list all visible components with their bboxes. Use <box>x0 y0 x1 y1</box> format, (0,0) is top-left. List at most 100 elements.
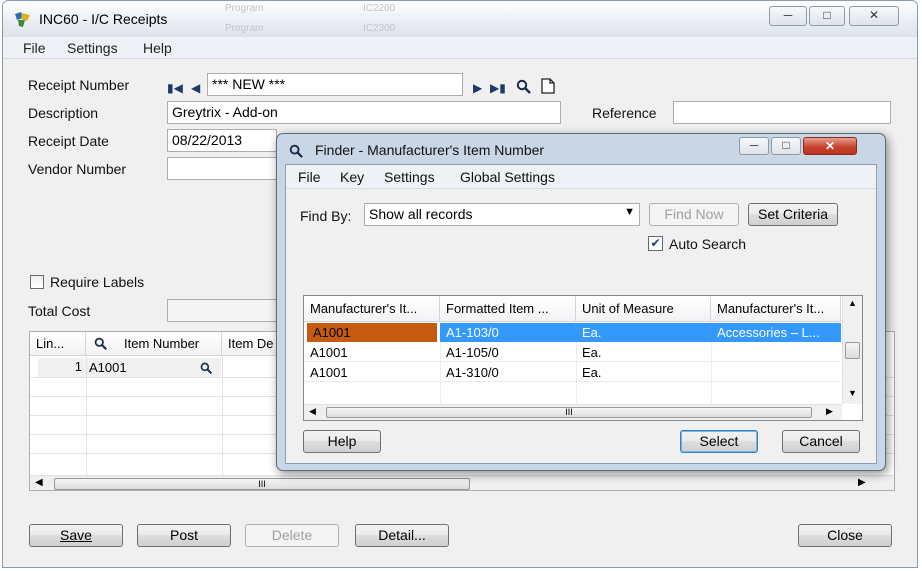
column-header-manufacturer-item[interactable]: Manufacturer's It... <box>304 296 440 322</box>
menu-settings[interactable]: Settings <box>67 40 118 56</box>
main-titlebar[interactable]: Program IC2200 Program IC2300 INC60 - I/… <box>3 1 917 37</box>
post-button[interactable]: Post <box>137 524 231 547</box>
require-labels-label: Require Labels <box>50 274 145 290</box>
finder-menu-file[interactable]: File <box>298 169 321 185</box>
find-by-select[interactable]: Show all records ▼ <box>364 203 640 226</box>
finder-menu-settings[interactable]: Settings <box>384 169 435 185</box>
close-window-button[interactable]: ✕ <box>849 6 899 26</box>
row-item-number: A1001 <box>89 360 127 375</box>
set-criteria-button[interactable]: Set Criteria <box>748 203 838 226</box>
new-document-icon[interactable] <box>541 78 555 94</box>
scroll-thumb[interactable] <box>845 342 860 359</box>
maximize-icon: □ <box>782 138 790 152</box>
window-title: INC60 - I/C Receipts <box>39 11 168 27</box>
previous-record-icon[interactable]: ◀ <box>191 81 200 95</box>
faded-background-text: Program <box>225 23 264 34</box>
finder-minimize-button[interactable]: ─ <box>739 137 769 155</box>
minimize-button[interactable]: ─ <box>769 6 807 26</box>
row-cell-description <box>711 363 841 382</box>
finder-maximize-button[interactable]: □ <box>771 137 801 155</box>
row-cell-unit: Ea. <box>582 345 602 360</box>
finder-results-grid[interactable]: Manufacturer's It... Formatted Item ... … <box>303 295 863 421</box>
row-cell-formatted-item: A1-103/0 <box>440 323 576 342</box>
horizontal-scrollbar[interactable]: ◀ III ▶ <box>30 475 894 490</box>
finder-menu-key[interactable]: Key <box>340 169 364 185</box>
scroll-up-icon[interactable]: ▲ <box>848 298 857 308</box>
set-criteria-label: Set Criteria <box>757 206 829 222</box>
search-icon[interactable] <box>516 79 532 95</box>
scroll-down-icon[interactable]: ▼ <box>848 388 857 398</box>
menu-help[interactable]: Help <box>143 40 172 56</box>
vendor-number-input[interactable] <box>167 157 279 180</box>
scroll-thumb[interactable]: III <box>54 478 470 490</box>
receipt-date-label: Receipt Date <box>28 133 109 149</box>
search-icon[interactable] <box>200 362 213 375</box>
minimize-icon: ─ <box>783 8 793 22</box>
column-header-line[interactable]: Lin... <box>30 332 86 356</box>
scroll-right-icon[interactable]: ▶ <box>858 477 866 488</box>
finder-row[interactable]: A1001 A1-103/0 Ea. Accessories – L... <box>304 323 841 342</box>
finder-menubar: File Key Settings Global Settings <box>286 165 876 189</box>
search-icon <box>289 144 303 158</box>
row-cell-unit: Ea. <box>582 365 602 380</box>
column-header-manufacturer-item-description[interactable]: Manufacturer's It... <box>711 296 841 322</box>
close-icon: ✕ <box>824 139 836 153</box>
scroll-left-icon[interactable]: ◀ <box>35 477 43 488</box>
find-now-label: Find Now <box>664 206 724 222</box>
description-input[interactable]: Greytrix - Add-on <box>167 101 561 124</box>
receipt-date-input[interactable]: 08/22/2013 <box>167 129 277 152</box>
select-button[interactable]: Select <box>680 430 758 453</box>
menu-file[interactable]: File <box>23 40 46 56</box>
reference-input[interactable] <box>673 101 891 124</box>
detail-button-label: Detail... <box>378 527 426 543</box>
maximize-button[interactable]: □ <box>809 6 845 26</box>
row-cell-description: Accessories – L... <box>711 323 841 342</box>
delete-button[interactable]: Delete <box>245 524 339 547</box>
row-cell-formatted-item: A1-310/0 <box>446 365 499 380</box>
column-header-formatted-item[interactable]: Formatted Item ... <box>440 296 576 322</box>
faded-background-text: IC2200 <box>363 3 396 14</box>
next-record-icon[interactable]: ▶ <box>473 81 482 95</box>
app-icon <box>15 12 30 27</box>
row-cell-manufacturer-item: A1001 <box>310 345 348 360</box>
row-cell-manufacturer-item: A1001 <box>307 323 437 342</box>
finder-row[interactable]: A1001 A1-105/0 Ea. <box>304 343 841 362</box>
detail-button[interactable]: Detail... <box>355 524 449 547</box>
row-cell-description <box>711 343 841 362</box>
vendor-number-label: Vendor Number <box>28 161 127 177</box>
receipt-number-input[interactable]: *** NEW *** <box>207 73 463 96</box>
close-button[interactable]: Close <box>798 524 892 547</box>
checkmark-icon: ✔ <box>650 236 661 250</box>
auto-search-checkbox[interactable]: ✔ <box>648 236 663 251</box>
close-button-label: Close <box>827 527 863 543</box>
scroll-thumb[interactable]: III <box>326 407 812 418</box>
finder-close-button[interactable]: ✕ <box>803 137 857 155</box>
save-button-label: Save <box>60 527 92 543</box>
save-button[interactable]: Save <box>29 524 123 547</box>
require-labels-checkbox[interactable] <box>30 275 44 289</box>
column-header-item-description[interactable]: Item De <box>222 332 282 356</box>
receipt-number-label: Receipt Number <box>28 77 130 93</box>
find-now-button[interactable]: Find Now <box>649 203 739 226</box>
row-line-number: 1 <box>74 359 82 374</box>
column-header-unit-of-measure[interactable]: Unit of Measure <box>576 296 711 322</box>
finder-row[interactable]: A1001 A1-310/0 Ea. <box>304 363 841 382</box>
row-line-cell[interactable]: 1 <box>38 358 86 377</box>
help-button-label: Help <box>327 433 357 449</box>
scroll-left-icon[interactable]: ◀ <box>309 406 316 417</box>
row-cell-manufacturer-item: A1001 <box>310 365 348 380</box>
close-icon: ✕ <box>868 8 880 22</box>
first-record-icon[interactable]: ▮◀ <box>167 81 183 95</box>
select-button-label: Select <box>699 433 739 449</box>
help-button[interactable]: Help <box>303 430 381 453</box>
cancel-button[interactable]: Cancel <box>782 430 860 453</box>
vertical-scrollbar[interactable]: ▲ ▼ <box>842 296 862 404</box>
last-record-icon[interactable]: ▶▮ <box>490 81 506 95</box>
horizontal-scrollbar[interactable]: ◀ III ▶ <box>304 404 842 420</box>
finder-dialog: Finder - Manufacturer's Item Number ─ □ … <box>276 133 886 471</box>
scroll-right-icon[interactable]: ▶ <box>826 406 833 417</box>
faded-background-text: Program <box>225 3 264 14</box>
finder-menu-global-settings[interactable]: Global Settings <box>460 169 555 185</box>
main-menubar: File Settings Help <box>3 37 917 59</box>
scroll-grip: III <box>258 479 266 489</box>
